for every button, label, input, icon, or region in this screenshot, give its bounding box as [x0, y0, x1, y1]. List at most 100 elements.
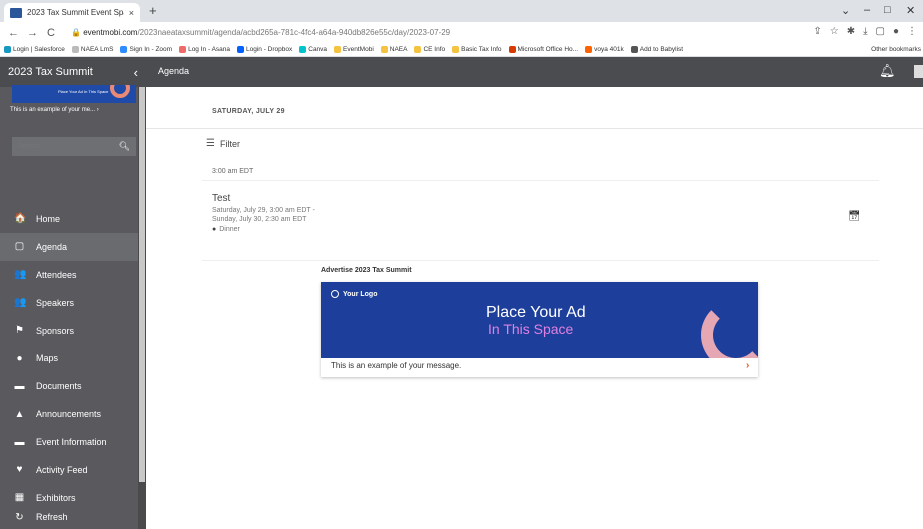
bookmark-icon [508, 46, 516, 53]
banner-arc-decoration [110, 85, 130, 98]
sidebar-ad-text: Place Your Ad In This Space [58, 89, 109, 94]
refresh-button[interactable]: ↻ Refresh [0, 505, 138, 529]
bookmark-item[interactable]: Canva [299, 46, 327, 53]
extensions-icon[interactable]: ✱ [847, 26, 855, 37]
bookmark-label: Login | Salesforce [13, 46, 65, 53]
bookmark-icon [120, 46, 128, 53]
sidebar-item-home[interactable]: 🏠 Home [0, 205, 138, 233]
bookmark-item[interactable]: Login | Salesforce [4, 46, 65, 53]
profile-icon[interactable]: ● [893, 26, 899, 37]
building-icon: ▦ [14, 492, 25, 504]
bookmark-icon [237, 46, 244, 53]
url-field[interactable]: 🔒 eventmobi.com/2023naeataxsummit/agenda… [71, 28, 450, 37]
ad-message: This is an example of your message. [331, 361, 462, 370]
sidebar-scrollbar[interactable] [138, 87, 146, 529]
bookmark-label: EventMobi [343, 46, 374, 53]
bookmark-item[interactable]: NAEA [380, 46, 407, 53]
sidebar-item-label: Agenda [36, 241, 68, 252]
sidebar-item-event-information[interactable]: ▬ Event Information [0, 428, 138, 456]
sidebar-item-label: Activity Feed [36, 464, 88, 475]
folder-icon: ▬ [14, 436, 25, 448]
session-location-label: Dinner [219, 226, 240, 233]
sidebar-item-speakers[interactable]: 👥 Speakers [0, 289, 138, 317]
bookmark-item[interactable]: Log In - Asana [179, 46, 230, 53]
tab-close-icon[interactable]: × [129, 8, 134, 18]
filter-button[interactable]: ☰ Filter [206, 138, 240, 149]
bookmark-item[interactable]: Add to Babylist [630, 46, 683, 53]
bookmark-label: Basic Tax Info [461, 46, 502, 53]
ad-logo: Your Logo [331, 290, 377, 298]
sidebar-item-sponsors[interactable]: ⚑ Sponsors [0, 317, 138, 345]
forward-arrow-icon[interactable]: → [27, 27, 38, 39]
app-top-bar: Agenda 🔔︎ [146, 57, 923, 87]
bookmark-item[interactable]: Microsoft Office Ho... [508, 46, 578, 53]
bookmark-label: NAEA LmS [80, 46, 114, 53]
sidebar-item-agenda[interactable]: ▢ Agenda [0, 232, 138, 261]
search-input[interactable] [18, 143, 108, 150]
filter-label: Filter [219, 138, 240, 149]
sidebar-scroll-thumb[interactable] [139, 87, 145, 482]
bookmark-item[interactable]: Basic Tax Info [452, 46, 502, 53]
sidebar-item-label: Attendees [36, 269, 77, 280]
star-icon[interactable]: ☆ [830, 26, 839, 37]
chevron-right-icon[interactable]: › [746, 360, 749, 371]
other-bookmarks[interactable]: Other bookmarks [867, 46, 921, 53]
agenda-content: SATURDAY, JULY 29 ☰ Filter 3:00 am EDT T… [146, 87, 923, 529]
briefcase-icon: ▬ [14, 380, 25, 392]
sidebar-item-label: Event Information [36, 437, 107, 448]
sidebar-search: 🔍︎ [12, 137, 136, 156]
reload-icon[interactable]: C [46, 27, 56, 39]
bookmark-label: Sign In - Zoom [129, 46, 173, 53]
bookmark-icon [334, 46, 342, 53]
session-item[interactable]: Test Saturday, July 29, 3:00 am EDT - Su… [202, 188, 879, 260]
ad-card[interactable]: Your Logo Place Your Ad In This Space Th… [321, 282, 758, 377]
bookmark-item[interactable]: NAEA LmS [71, 46, 114, 53]
share-icon[interactable]: ⇪ [813, 26, 821, 37]
bookmark-label: Canva [308, 46, 328, 53]
map-pin-icon: ● [16, 352, 23, 364]
sidebar-ad-message[interactable]: This is an example of your me... › [0, 103, 146, 117]
tab-search-icon[interactable]: ⌄ [841, 4, 850, 17]
maximize-button[interactable]: □ [884, 4, 891, 16]
bookmark-icon [452, 46, 460, 53]
new-tab-button[interactable]: + [149, 3, 157, 18]
refresh-label: Refresh [36, 512, 68, 522]
browser-tab[interactable]: 2023 Tax Summit Event Space × [4, 3, 140, 22]
avatar[interactable] [914, 65, 923, 78]
search-icon[interactable]: 🔍︎ [119, 141, 130, 152]
sidebar-item-label: Maps [36, 353, 59, 364]
day-header: SATURDAY, JULY 29 [146, 87, 923, 129]
sidebar-item-attendees[interactable]: 👥 Attendees [0, 261, 138, 289]
session-location: ● Dinner [212, 226, 240, 233]
bookmark-icon [630, 46, 638, 53]
lock-icon: 🔒 [71, 28, 81, 37]
bookmark-item[interactable]: Login - Dropbox [237, 46, 292, 53]
sidebar-toggle-icon[interactable]: ▢ [876, 26, 885, 37]
bookmark-label: voya 401k [594, 46, 624, 53]
location-pin-icon: ● [212, 226, 217, 233]
day-label: SATURDAY, JULY 29 [212, 108, 285, 115]
minimize-button[interactable]: – [864, 4, 870, 16]
bookmark-item[interactable]: voya 401k [585, 46, 624, 53]
ad-heading: Advertise 2023 Tax Summit [321, 267, 412, 274]
ad-headline: Place Your Ad [486, 304, 586, 321]
sidebar-item-announcements[interactable]: ▲ Announcements [0, 400, 138, 428]
sidebar-item-activity-feed[interactable]: ♥ Activity Feed [0, 456, 138, 484]
menu-icon[interactable]: ⋮ [907, 26, 917, 37]
back-arrow-icon[interactable]: ← [8, 27, 19, 39]
bookmark-item[interactable]: CE Info [414, 46, 445, 53]
notification-bell-icon[interactable]: 🔔︎ [879, 63, 896, 79]
collapse-chevron-icon[interactable]: ‹ [134, 65, 138, 80]
sidebar-nav: 🏠 Home ▢ Agenda 👥 Attendees 👥 Speakers ⚑ Sponsors… [0, 205, 138, 512]
add-to-calendar-icon[interactable]: 📅︎ [848, 211, 861, 222]
sidebar-ad-banner[interactable]: Place Your Ad In This Space [12, 85, 136, 103]
download-icon[interactable]: ⤓ [863, 26, 867, 37]
event-title: 2023 Tax Summit [8, 66, 93, 78]
bookmark-item[interactable]: EventMobi [334, 46, 374, 53]
sidebar-item-maps[interactable]: ● Maps [0, 344, 138, 372]
tab-title: 2023 Tax Summit Event Space [27, 8, 124, 17]
sidebar-item-documents[interactable]: ▬ Documents [0, 372, 138, 400]
bookmark-item[interactable]: Sign In - Zoom [120, 46, 172, 53]
speakers-icon: 👥 [14, 297, 27, 309]
close-window-button[interactable]: ✕ [906, 4, 915, 17]
